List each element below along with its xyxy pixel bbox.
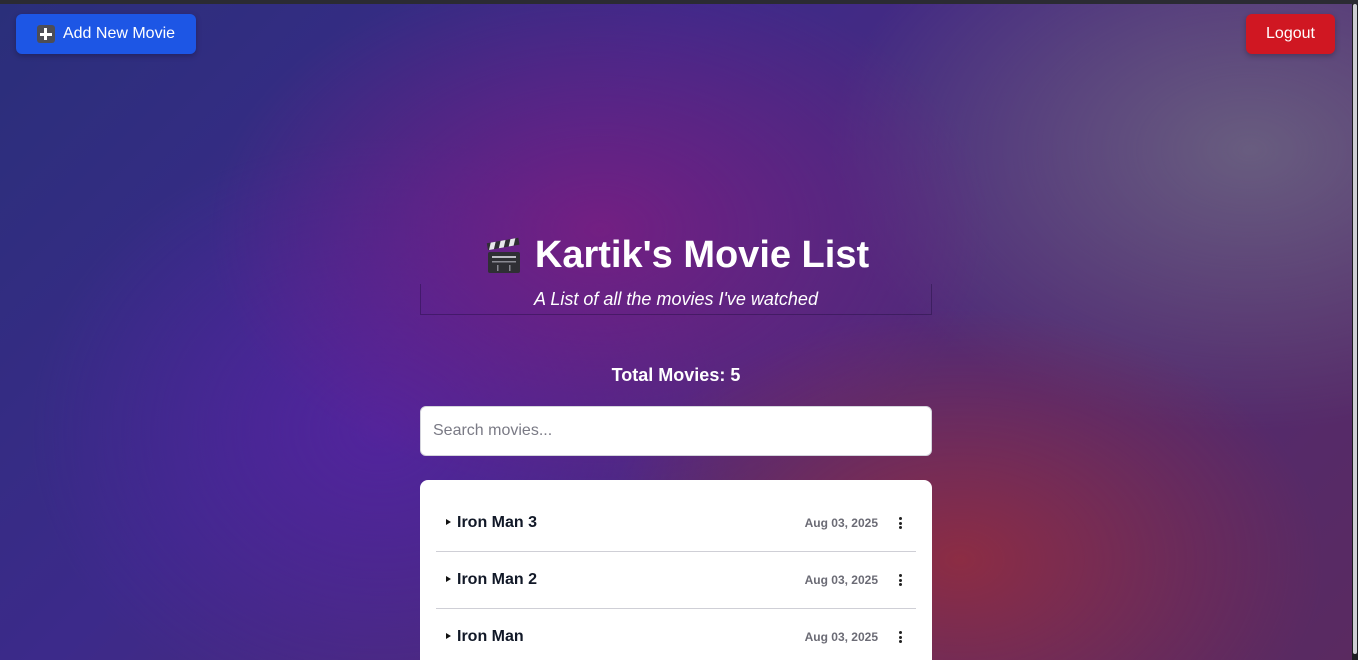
total-movies-count: Total Movies: 5 xyxy=(611,365,741,385)
browser-top-strip xyxy=(0,0,1358,4)
add-new-movie-label: Add New Movie xyxy=(62,25,176,42)
movie-date: Aug 03, 2025 xyxy=(804,516,878,530)
logout-button[interactable]: Logout xyxy=(1246,14,1335,54)
more-options-icon[interactable] xyxy=(894,516,906,530)
scrollbar-thumb[interactable] xyxy=(1353,4,1357,654)
caret-right-icon[interactable] xyxy=(446,576,451,582)
movie-title: Iron Man 3 xyxy=(457,514,538,531)
movie-date: Aug 03, 2025 xyxy=(804,573,878,587)
add-new-movie-button[interactable]: Add New Movie xyxy=(16,14,196,54)
more-options-icon[interactable] xyxy=(894,573,906,587)
movie-list-item[interactable]: Iron Man 3 Aug 03, 2025 xyxy=(436,495,916,552)
caret-right-icon[interactable] xyxy=(446,519,451,525)
search-input[interactable] xyxy=(420,406,932,456)
logout-label: Logout xyxy=(1266,25,1315,42)
page-title: Kartik's Movie List xyxy=(534,234,870,276)
movie-list: Iron Man 3 Aug 03, 2025 Iron Man 2 Aug 0… xyxy=(420,480,932,660)
movie-list-item[interactable]: Iron Man 2 Aug 03, 2025 xyxy=(436,552,916,609)
movie-date: Aug 03, 2025 xyxy=(804,630,878,644)
caret-right-icon[interactable] xyxy=(446,633,451,639)
plus-icon xyxy=(36,25,55,43)
movie-list-item[interactable]: Iron Man Aug 03, 2025 xyxy=(436,609,916,660)
movie-title: Iron Man 2 xyxy=(457,571,538,588)
movie-title: Iron Man xyxy=(457,628,524,645)
page-subtitle: A List of all the movies I've watched xyxy=(534,289,818,309)
page-header: Kartik's Movie List xyxy=(420,234,932,277)
clapper-board-icon xyxy=(486,237,520,273)
more-options-icon[interactable] xyxy=(894,630,906,644)
